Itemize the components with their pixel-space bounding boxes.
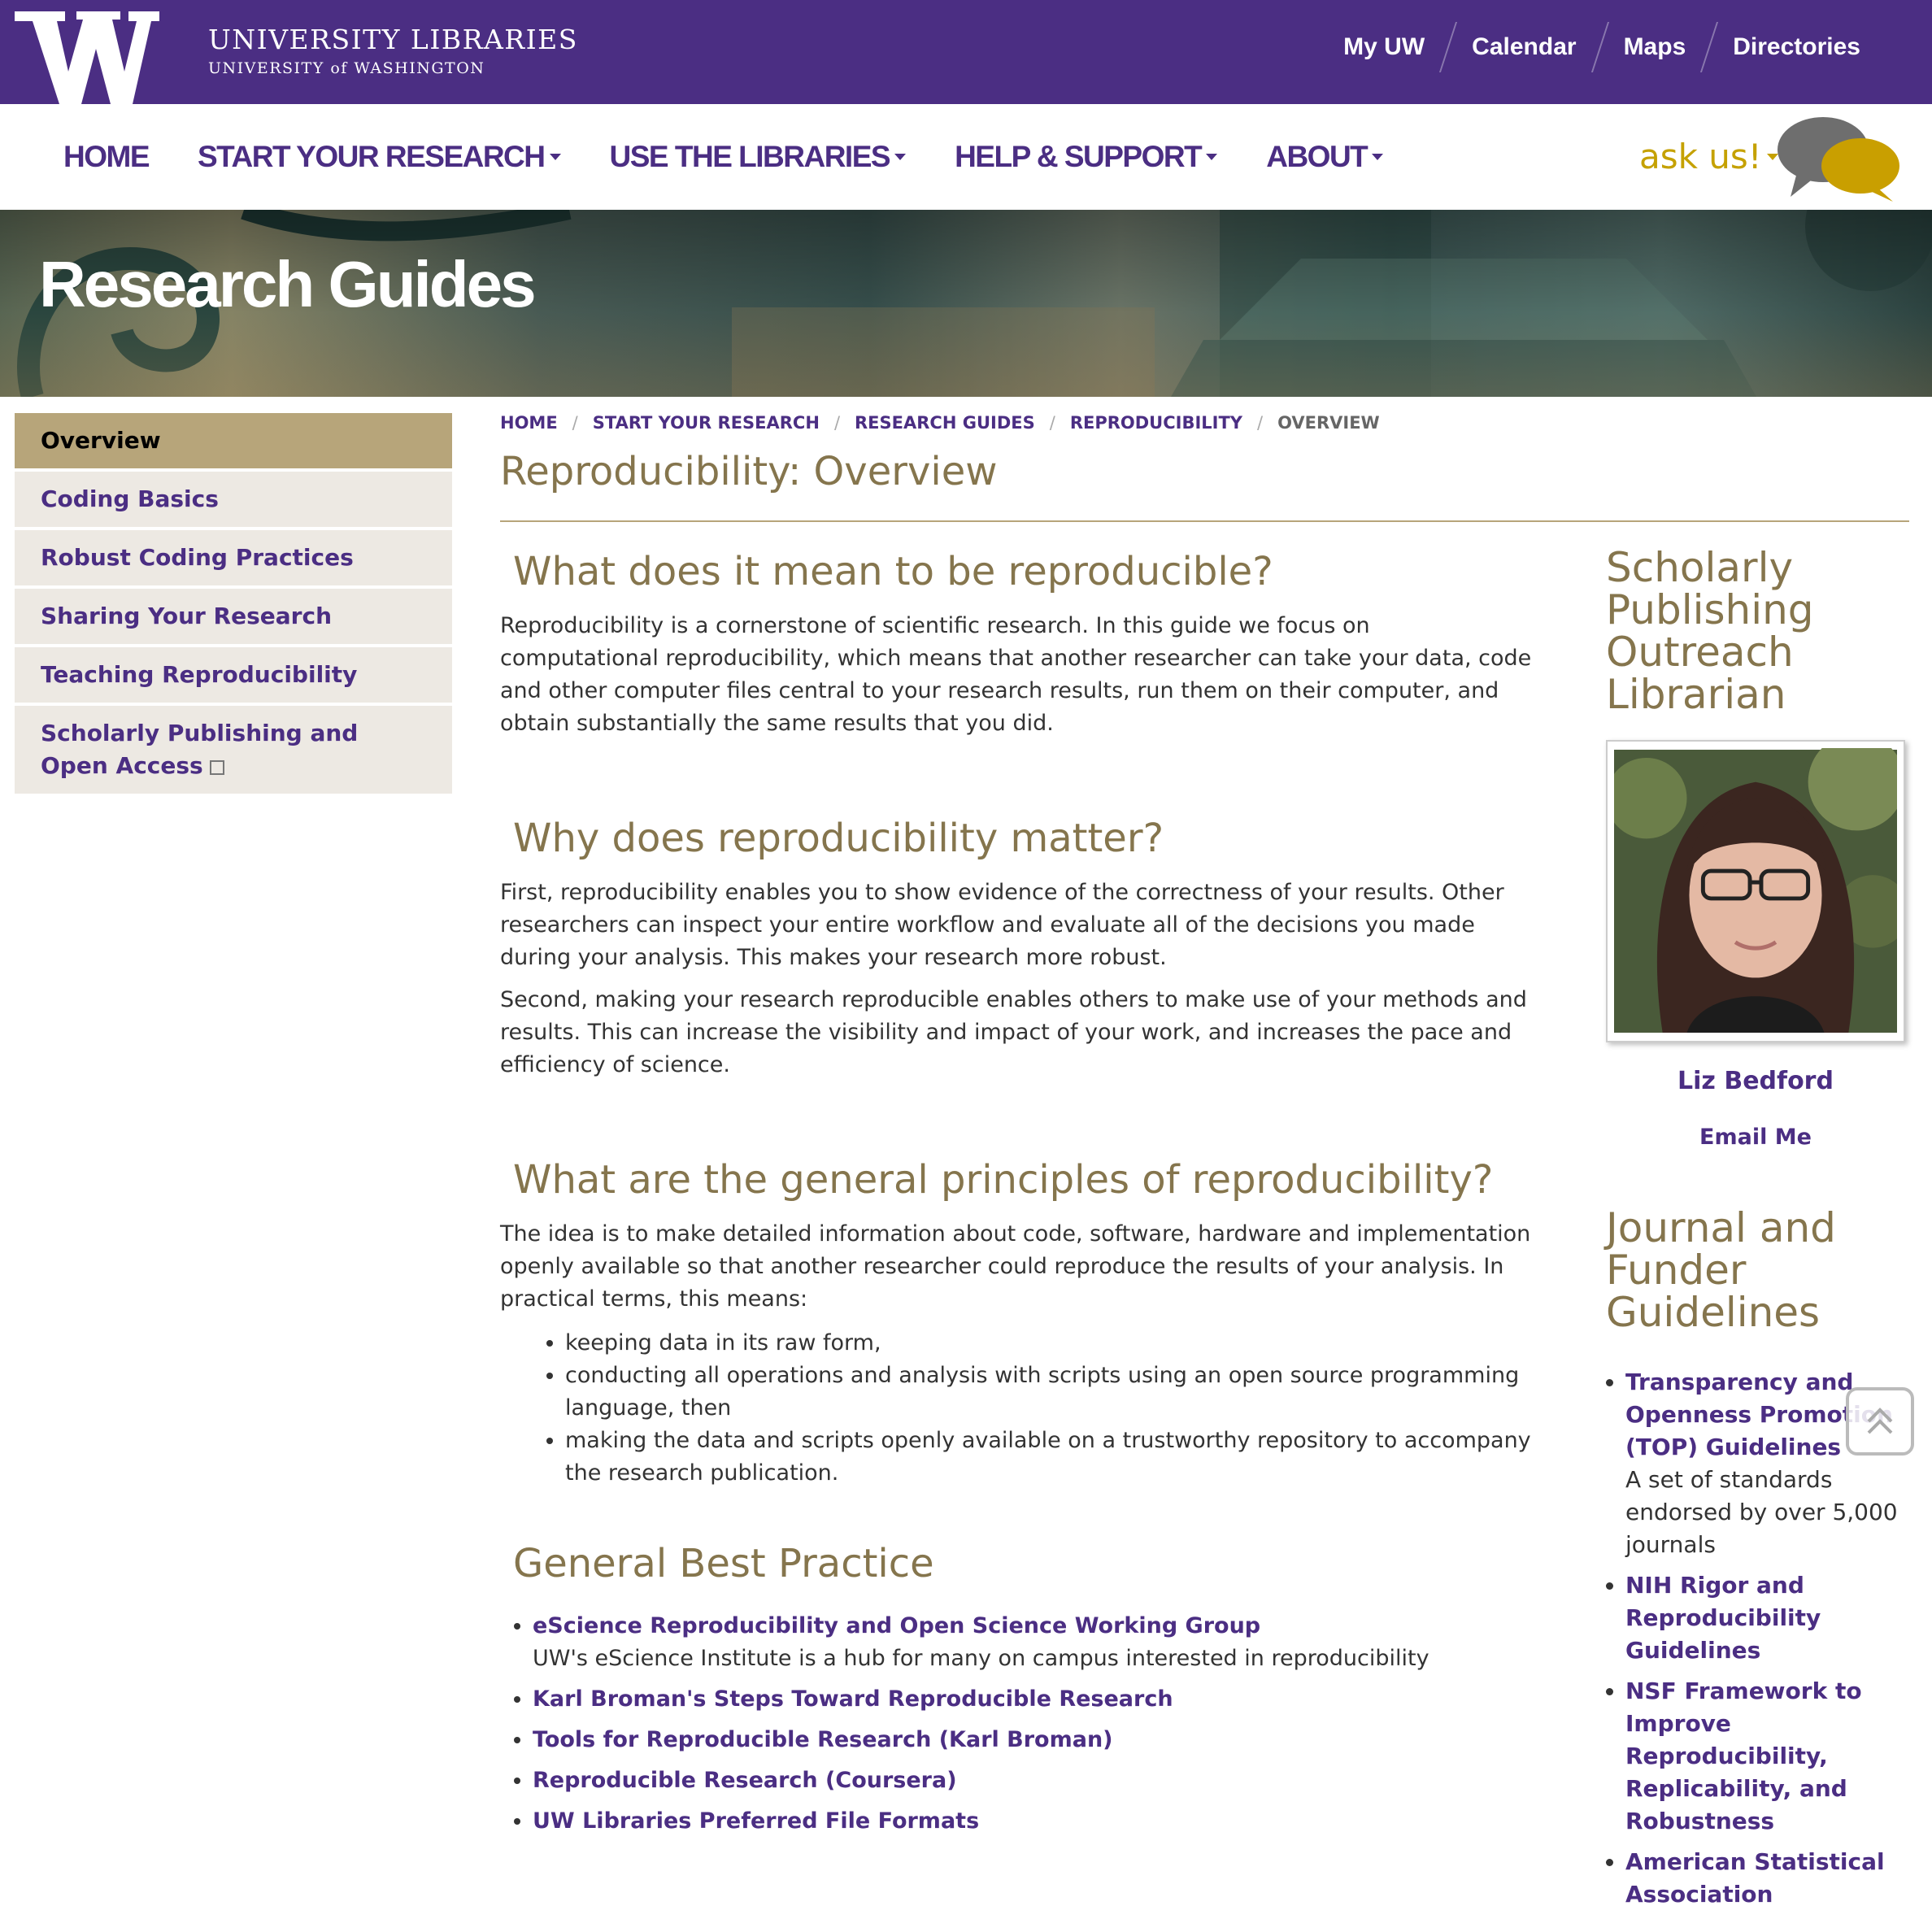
section-heading: What are the general principles of repro… xyxy=(513,1157,1494,1203)
section-paragraph: First, reproducibility enables you to sh… xyxy=(500,880,1504,970)
email-me-link[interactable]: Email Me xyxy=(1606,1125,1905,1150)
link-american-statistical-association[interactable]: American Statistical Association xyxy=(1625,1848,1885,1908)
ask-us-label: ask us! xyxy=(1639,137,1762,176)
guide-sidebar-nav: Overview Coding Basics Robust Coding Pra… xyxy=(15,413,452,797)
best-practice-links: eScience Reproducibility and Open Scienc… xyxy=(500,1610,1533,1838)
top-bar: UNIVERSITY LIBRARIES UNIVERSITY of WASHI… xyxy=(0,0,1932,104)
nav-about-label: ABOUT xyxy=(1266,140,1368,173)
link-tools-reproducible-research[interactable]: Tools for Reproducible Research (Karl Br… xyxy=(533,1727,1113,1752)
sidebar-item-label: Teaching Reproducibility xyxy=(41,661,358,688)
section-paragraph: Reproducibility is a cornerstone of scie… xyxy=(500,613,1532,736)
hero-banner: Research Guides xyxy=(0,210,1932,397)
top-links: My UW Calendar Maps Directories xyxy=(1321,21,1883,73)
top-link-directories[interactable]: Directories xyxy=(1710,33,1883,61)
list-item: Karl Broman's Steps Toward Reproducible … xyxy=(533,1683,1533,1716)
nav-home-label: HOME xyxy=(63,140,150,173)
nav-help-label: HELP & SUPPORT xyxy=(955,140,1203,173)
breadcrumb-separator: / xyxy=(1257,413,1264,433)
sidebar-item-label: Overview xyxy=(41,427,161,454)
breadcrumb-overview: OVERVIEW xyxy=(1277,413,1380,433)
caret-down-icon xyxy=(1372,154,1384,160)
main-content: What does it mean to be reproducible? Re… xyxy=(500,543,1533,1846)
sidebar-item-coding-basics[interactable]: Coding Basics xyxy=(15,472,452,527)
link-description: UW's eScience Institute is a hub for man… xyxy=(533,1646,1429,1671)
sidebar-item-sharing-research[interactable]: Sharing Your Research xyxy=(15,589,452,644)
nav-use-the-libraries[interactable]: USE THE LIBRARIES xyxy=(610,140,907,174)
section-paragraph: Second, making your research reproducibl… xyxy=(500,987,1527,1077)
link-karl-broman-steps[interactable]: Karl Broman's Steps Toward Reproducible … xyxy=(533,1686,1173,1712)
main-nav: HOME START YOUR RESEARCH USE THE LIBRARI… xyxy=(0,104,1932,210)
breadcrumb-separator: / xyxy=(833,413,841,433)
breadcrumb-separator: / xyxy=(572,413,578,433)
top-link-my-uw[interactable]: My UW xyxy=(1321,33,1447,61)
hero-title: Research Guides xyxy=(39,248,537,320)
list-item: making the data and scripts openly avail… xyxy=(565,1425,1533,1490)
list-item: Reproducible Research (Coursera) xyxy=(533,1765,1533,1797)
link-uw-preferred-file-formats[interactable]: UW Libraries Preferred File Formats xyxy=(533,1808,979,1834)
top-link-maps[interactable]: Maps xyxy=(1601,33,1709,61)
nav-home[interactable]: HOME xyxy=(63,140,150,174)
sidebar-item-label: Sharing Your Research xyxy=(41,603,332,629)
brand-subtitle: UNIVERSITY of WASHINGTON xyxy=(208,59,485,77)
breadcrumb-home[interactable]: HOME xyxy=(500,413,558,433)
caret-down-icon xyxy=(549,154,561,160)
librarian-photo xyxy=(1606,733,1909,1042)
top-link-calendar[interactable]: Calendar xyxy=(1449,33,1599,61)
page-title: Reproducibility: Overview xyxy=(500,449,998,494)
nav-start-your-research[interactable]: START YOUR RESEARCH xyxy=(198,140,561,174)
nav-help-support[interactable]: HELP & SUPPORT xyxy=(955,140,1218,174)
link-description: A set of standards endorsed by over 5,00… xyxy=(1625,1466,1898,1558)
link-nsf-framework[interactable]: NSF Framework to Improve Reproducibility… xyxy=(1625,1677,1862,1834)
sidebar-item-scholarly-publishing[interactable]: Scholarly Publishing and Open Access xyxy=(15,706,452,794)
librarian-heading: Scholarly Publishing Outreach Librarian xyxy=(1606,544,1814,718)
ask-us-button[interactable]: ask us! xyxy=(1639,137,1778,176)
external-link-icon xyxy=(209,760,224,775)
nav-use-label: USE THE LIBRARIES xyxy=(609,140,891,173)
list-item: American Statistical Association xyxy=(1625,1846,1915,1911)
nav-start-label: START YOUR RESEARCH xyxy=(198,140,546,173)
right-sidebar: Scholarly Publishing Outreach Librarian … xyxy=(1606,546,1915,1919)
link-escience-working-group[interactable]: eScience Reproducibility and Open Scienc… xyxy=(533,1613,1260,1638)
section-paragraph: The idea is to make detailed information… xyxy=(500,1221,1531,1312)
breadcrumb: HOME / START YOUR RESEARCH / RESEARCH GU… xyxy=(500,413,1380,433)
askus-bubbles-icon[interactable] xyxy=(1773,115,1903,205)
uw-w-logo-icon[interactable] xyxy=(15,11,159,104)
breadcrumb-research-guides[interactable]: RESEARCH GUIDES xyxy=(855,413,1035,433)
caret-down-icon xyxy=(1206,154,1218,160)
sidebar-item-robust-coding[interactable]: Robust Coding Practices xyxy=(15,530,452,585)
sidebar-item-teaching[interactable]: Teaching Reproducibility xyxy=(15,647,452,703)
list-item: keeping data in its raw form, xyxy=(565,1327,1533,1360)
breadcrumb-reproducibility[interactable]: REPRODUCIBILITY xyxy=(1070,413,1242,433)
title-divider xyxy=(500,520,1909,522)
brand-title: UNIVERSITY LIBRARIES xyxy=(208,24,578,55)
list-item: UW Libraries Preferred File Formats xyxy=(533,1805,1533,1838)
list-item: eScience Reproducibility and Open Scienc… xyxy=(533,1610,1533,1675)
list-item: Tools for Reproducible Research (Karl Br… xyxy=(533,1724,1533,1756)
list-item: conducting all operations and analysis w… xyxy=(565,1360,1533,1425)
section-heading: What does it mean to be reproducible? xyxy=(513,549,1273,594)
sidebar-item-label: Robust Coding Practices xyxy=(41,544,354,571)
back-to-top-icon xyxy=(1867,1408,1893,1434)
breadcrumb-separator: / xyxy=(1049,413,1055,433)
brand[interactable]: UNIVERSITY LIBRARIES UNIVERSITY of WASHI… xyxy=(208,24,578,78)
list-item: NIH Rigor and Reproducibility Guidelines xyxy=(1625,1569,1915,1667)
section-heading: Why does reproducibility matter? xyxy=(513,816,1164,861)
caret-down-icon xyxy=(894,154,907,160)
sidebar-item-overview[interactable]: Overview xyxy=(15,413,452,468)
sidebar-item-label: Coding Basics xyxy=(41,485,219,512)
guidelines-heading: Journal and Funder Guidelines xyxy=(1606,1204,1836,1336)
link-coursera-reproducible-research[interactable]: Reproducible Research (Coursera) xyxy=(533,1768,957,1793)
section-heading: General Best Practice xyxy=(513,1541,934,1586)
back-to-top-button[interactable] xyxy=(1846,1387,1914,1456)
list-item: NSF Framework to Improve Reproducibility… xyxy=(1625,1675,1915,1838)
nav-about[interactable]: ABOUT xyxy=(1266,140,1384,174)
link-nih-rigor[interactable]: NIH Rigor and Reproducibility Guidelines xyxy=(1625,1572,1821,1664)
breadcrumb-start-research[interactable]: START YOUR RESEARCH xyxy=(593,413,820,433)
principles-list: keeping data in its raw form, conducting… xyxy=(500,1327,1533,1490)
librarian-portrait-image xyxy=(1606,733,1909,1033)
sidebar-item-label: Scholarly Publishing and Open Access xyxy=(41,720,359,779)
librarian-name-link[interactable]: Liz Bedford xyxy=(1606,1067,1905,1095)
